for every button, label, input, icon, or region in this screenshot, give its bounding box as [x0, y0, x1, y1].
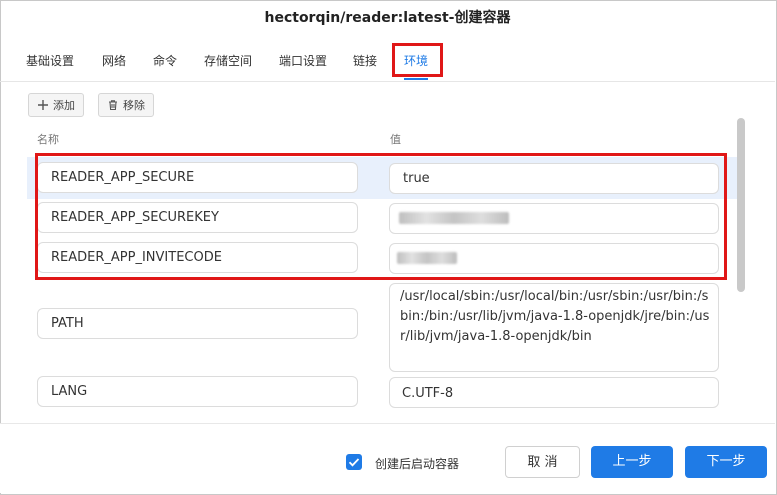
- trash-icon: [107, 99, 119, 111]
- column-header-value: 值: [390, 133, 401, 146]
- tab-basic-settings[interactable]: 基础设置: [26, 52, 74, 69]
- remove-button[interactable]: 移除: [98, 93, 154, 117]
- add-button-label: 添加: [53, 99, 75, 112]
- env-name-field[interactable]: PATH: [37, 308, 358, 339]
- previous-step-button[interactable]: 上一步: [591, 446, 673, 478]
- tab-links[interactable]: 链接: [353, 52, 377, 69]
- dialog-title: hectorqin/reader:latest-创建容器: [264, 10, 511, 26]
- cancel-button[interactable]: 取 消: [505, 446, 580, 478]
- tab-port-settings[interactable]: 端口设置: [279, 52, 327, 69]
- start-after-create-checkbox[interactable]: [346, 454, 362, 470]
- add-button[interactable]: 添加: [28, 93, 84, 117]
- checkmark-icon: [346, 455, 362, 474]
- tab-command[interactable]: 命令: [153, 52, 177, 69]
- column-header-name: 名称: [37, 133, 59, 146]
- tab-storage[interactable]: 存储空间: [204, 52, 252, 69]
- env-name-field[interactable]: LANG: [37, 376, 358, 407]
- env-value-field[interactable]: C.UTF-8: [389, 377, 719, 408]
- tab-network[interactable]: 网络: [102, 52, 126, 69]
- plus-icon: [37, 99, 49, 111]
- vertical-scrollbar[interactable]: [737, 118, 745, 292]
- remove-button-label: 移除: [123, 99, 145, 112]
- tab-bar: 基础设置 网络 命令 存储空间 端口设置 链接 环境: [0, 38, 775, 82]
- active-tab-indicator: [404, 78, 428, 80]
- start-after-create-label[interactable]: 创建后启动容器: [375, 455, 459, 472]
- next-step-button[interactable]: 下一步: [685, 446, 767, 478]
- tab-highlight-box: [392, 43, 443, 77]
- env-value-textarea[interactable]: /usr/local/sbin:/usr/local/bin:/usr/sbin…: [389, 283, 719, 372]
- highlight-box: [35, 153, 727, 280]
